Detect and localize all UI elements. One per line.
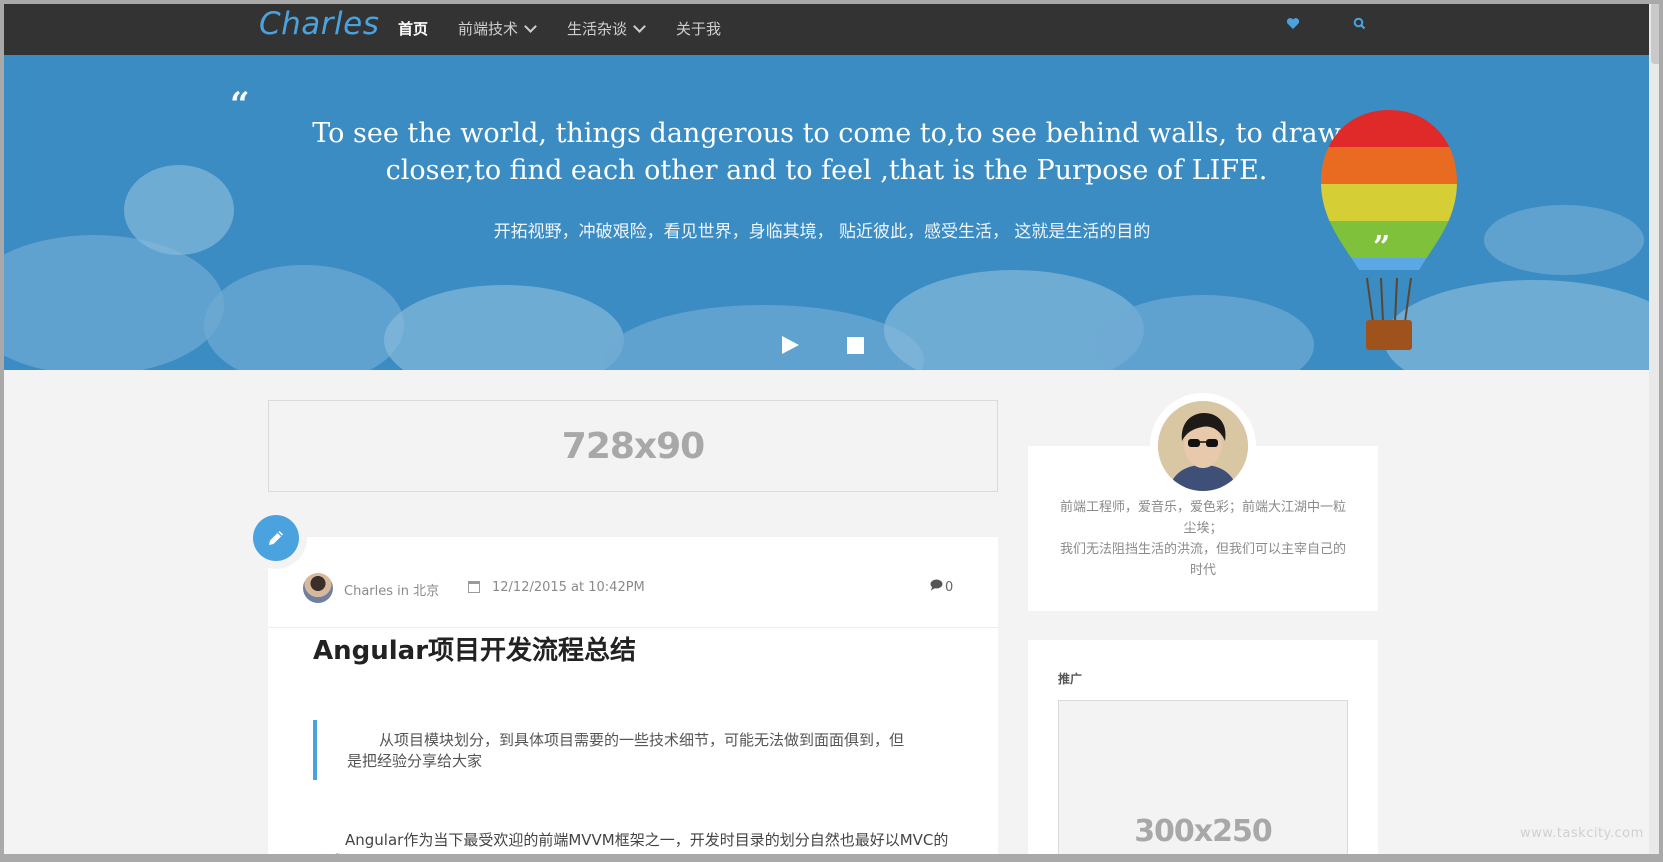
- chevron-down-icon: [524, 19, 537, 33]
- nav-item-label: 关于我: [676, 20, 722, 38]
- cloud-decoration: [124, 165, 234, 255]
- author-avatar[interactable]: [303, 573, 333, 603]
- blockquote-text: 从项目模块划分，到具体项目需要的一些技术细节，可能无法做到面面俱到，但是把经验分…: [347, 731, 905, 770]
- cloud-decoration: [1484, 205, 1644, 275]
- heart-icon[interactable]: [1286, 16, 1300, 34]
- post-blockquote: 从项目模块划分，到具体项目需要的一些技术细节，可能无法做到面面俱到，但是把经验分…: [313, 720, 913, 780]
- profile-bio-line: 前端工程师，爱音乐，爱色彩；前端大江湖中一粒尘埃；: [1059, 500, 1346, 536]
- post-type-badge: [245, 507, 307, 569]
- site-logo[interactable]: Charles: [259, 6, 379, 42]
- profile-bio: 前端工程师，爱音乐，爱色彩；前端大江湖中一粒尘埃； 我们无法阻挡生活的洪流，但我…: [1058, 497, 1348, 581]
- play-icon[interactable]: [782, 336, 799, 354]
- ad-banner-300x250[interactable]: 300x250: [1058, 700, 1348, 862]
- scrollbar-thumb[interactable]: [1651, 2, 1661, 64]
- profile-avatar[interactable]: [1158, 401, 1248, 491]
- pencil-icon: [253, 515, 299, 561]
- post-date: 12/12/2015 at 10:42PM: [492, 580, 645, 595]
- calendar-icon: [468, 581, 480, 593]
- nav-item-label: 前端技术: [458, 20, 519, 38]
- post-body-text: Angular作为当下最受欢迎的前端MVVM框架之一，开发时目录的划分自然也最好…: [313, 831, 949, 862]
- profile-bio-line: 我们无法阻挡生活的洪流，但我们可以主宰自己的时代: [1059, 542, 1346, 578]
- cloud-decoration: [4, 235, 224, 370]
- cloud-decoration: [384, 285, 624, 370]
- chevron-down-icon: [633, 19, 646, 33]
- stop-icon[interactable]: [847, 337, 864, 354]
- ad-banner-728x90[interactable]: 728x90: [268, 400, 998, 492]
- nav-item-life[interactable]: 生活杂谈: [567, 18, 646, 39]
- hero-quote-english: To see the world, things dangerous to co…: [312, 118, 1341, 186]
- quote-open-icon: “: [230, 85, 250, 125]
- nav-item-label: 首页: [398, 20, 429, 38]
- watermark: www.taskcity.com: [1520, 826, 1644, 841]
- hero-quote-chinese: 开拓视野，冲破艰险，看见世界，身临其境， 贴近彼此，感受生活， 这就是生活的目的: [493, 222, 1151, 242]
- search-icon[interactable]: [1353, 16, 1366, 34]
- cloud-decoration: [204, 265, 404, 370]
- nav-active-indicator: [384, 0, 443, 3]
- nav-item-frontend[interactable]: 前端技术: [458, 18, 537, 39]
- profile-avatar-frame: [1150, 393, 1256, 499]
- nav-item-home[interactable]: 首页: [398, 18, 428, 39]
- nav-item-about[interactable]: 关于我: [676, 18, 721, 39]
- quote-close-icon: ”: [1373, 230, 1391, 265]
- post-meta: Charles in 北京 12/12/2015 at 10:42PM 0: [268, 568, 998, 628]
- hero-banner: “ To see the world, things dangerous to …: [4, 55, 1649, 370]
- page-scrollbar[interactable]: [1649, 0, 1663, 862]
- top-navbar: Charles 首页 前端技术 生活杂谈 关于我: [0, 0, 1663, 55]
- nav-item-label: 生活杂谈: [567, 20, 628, 38]
- post-title[interactable]: Angular项目开发流程总结: [313, 630, 636, 667]
- cloud-decoration: [604, 305, 924, 370]
- comment-icon: [930, 579, 943, 595]
- comment-count-value: 0: [945, 579, 954, 595]
- post-author[interactable]: Charles in 北京: [344, 580, 439, 599]
- promo-title: 推广: [1058, 672, 1083, 686]
- comment-count[interactable]: 0: [930, 579, 953, 595]
